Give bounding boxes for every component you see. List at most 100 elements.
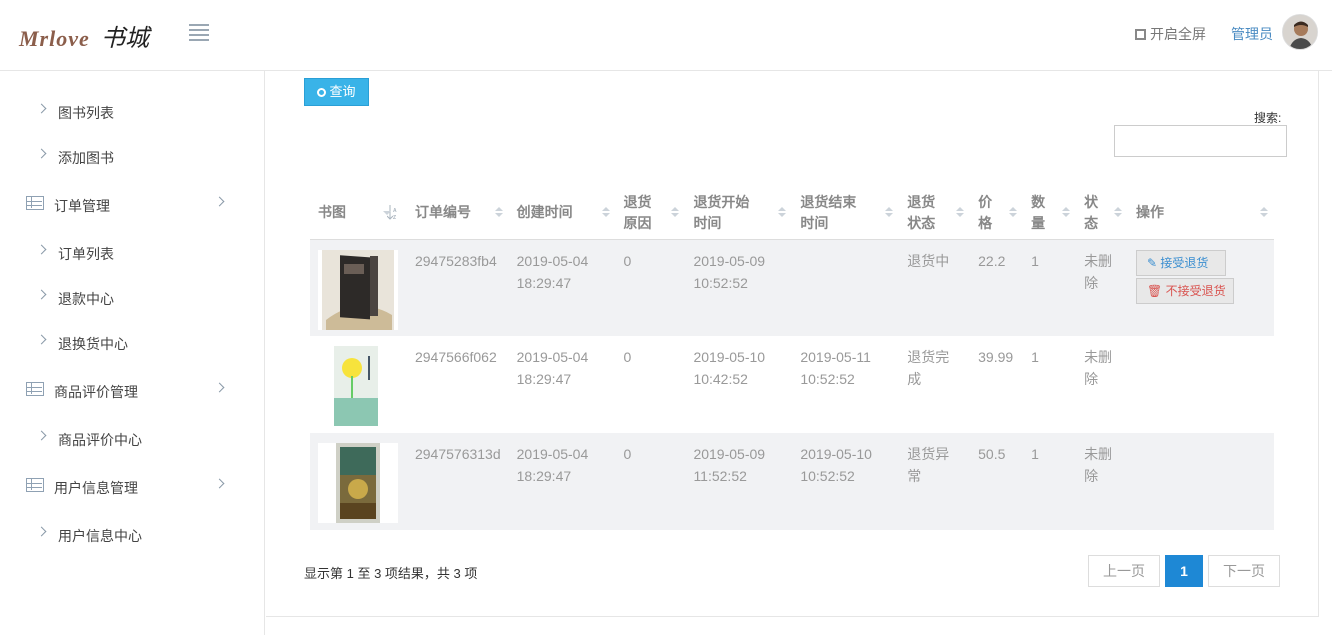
sidebar-item-order-list[interactable]: 订单列表	[0, 238, 265, 268]
table-icon	[26, 196, 44, 210]
chevron-right-icon	[214, 478, 225, 489]
logo-text-en: Mrlove	[19, 26, 90, 51]
table-row: 2947566f062 2019-05-04 18:29:47 0 2019-05…	[310, 336, 1274, 433]
quantity: 1	[1023, 433, 1077, 530]
col-header-reason[interactable]: 退货 原因	[615, 187, 686, 240]
sidebar-item-review-center[interactable]: 商品评价中心	[0, 424, 265, 454]
col-header-cover[interactable]: 书图 A Z	[310, 187, 407, 240]
order-no: 2947576313d	[406, 433, 509, 530]
return-status: 退货异常	[899, 433, 971, 530]
search-label: 搜索:	[1254, 111, 1282, 125]
sidebar-group-orders[interactable]: 订单管理	[0, 190, 265, 220]
sidebar-item-return-center[interactable]: 退换货中心	[0, 328, 265, 358]
chevron-right-icon	[36, 430, 47, 441]
sort-icon	[1114, 207, 1122, 217]
created-time: 2019-05-04 18:29:47	[508, 239, 616, 336]
price: 22.2	[970, 239, 1024, 336]
svg-text:A: A	[393, 208, 397, 214]
accept-return-button[interactable]: ✎ 接受退货	[1136, 249, 1226, 276]
chevron-right-icon	[36, 334, 47, 345]
return-reason: 0	[615, 433, 686, 530]
col-header-created[interactable]: 创建时间	[508, 187, 616, 240]
sidebar-item-book-list[interactable]: 图书列表	[0, 97, 265, 127]
sidebar-item-add-book[interactable]: 添加图书	[0, 142, 265, 172]
chevron-right-icon	[36, 526, 47, 537]
sort-icon	[778, 207, 787, 217]
actions-cell	[1128, 433, 1274, 530]
chevron-right-icon	[36, 103, 47, 114]
menu-toggle-icon[interactable]	[189, 24, 209, 41]
sidebar-item-refund-center[interactable]: 退款中心	[0, 283, 265, 313]
col-header-actions[interactable]: 操作	[1128, 187, 1274, 240]
delete-status: 未删除	[1084, 349, 1113, 387]
sort-icon	[494, 207, 503, 217]
logo[interactable]: Mrlove 书城	[19, 18, 149, 53]
col-header-end[interactable]: 退货结束 时间	[792, 187, 900, 240]
order-no: 29475283fb4	[406, 239, 509, 336]
order-no: 2947566f062	[414, 349, 497, 365]
pagination-info: 显示第 1 至 3 项结果，共 3 项	[304, 566, 478, 581]
col-header-status[interactable]: 状态	[1076, 187, 1128, 240]
page-1-button[interactable]: 1	[1165, 555, 1203, 587]
returns-table: 书图 A Z 订单编号 创建时间 退货 原因 退货开始 时间 退货结束 时间 退货 状态 价…	[310, 187, 1274, 530]
table-row: 29475283fb4 2019-05-04 18:29:47 0 2019-05…	[310, 239, 1274, 336]
prev-page-button[interactable]: 上一页	[1088, 555, 1160, 587]
table-icon	[26, 382, 44, 396]
chevron-right-icon	[36, 148, 47, 159]
sidebar-group-users[interactable]: 用户信息管理	[0, 472, 265, 502]
top-header: Mrlove 书城 开启全屏 管理员	[0, 0, 1332, 71]
return-status: 退货完成	[907, 349, 950, 387]
sort-icon	[956, 207, 965, 217]
table-row: 2947576313d 2019-05-04 18:29:47 0 2019-05…	[310, 433, 1274, 530]
return-reason: 0	[615, 239, 686, 336]
sort-icon	[601, 207, 610, 217]
return-end-time: 2019-05-11 10:52:52	[800, 349, 871, 387]
search-input[interactable]	[1114, 125, 1287, 157]
sort-icon	[1260, 207, 1268, 217]
actions-cell	[1128, 336, 1274, 433]
col-header-order-no[interactable]: 订单编号	[406, 187, 509, 240]
logo-text-cn: 书城	[101, 26, 150, 52]
sidebar: 图书列表 添加图书 订单管理 订单列表 退款中心 退换货中心 商品评价管理 商品…	[0, 71, 265, 635]
quantity: 1	[1031, 349, 1039, 365]
return-reason: 0	[623, 349, 632, 365]
reject-return-button[interactable]: 🗑 不接受退货	[1136, 277, 1234, 304]
table-icon	[26, 478, 44, 492]
avatar[interactable]	[1282, 14, 1318, 50]
book-cover-image	[318, 443, 398, 523]
return-end-time	[792, 239, 900, 336]
chevron-right-icon	[214, 196, 225, 207]
return-start-time: 2019-05-10 10:42:52	[693, 349, 766, 387]
chevron-right-icon	[36, 289, 47, 300]
book-cover-image	[318, 346, 398, 426]
main-content: 查询 搜索: 书图 A Z 订单编号 创建时间 退货 原因 退货开始 时间 退货结束 时间…	[266, 71, 1319, 617]
return-end-time: 2019-05-10 10:52:52	[792, 433, 900, 530]
search-icon	[317, 88, 327, 97]
fullscreen-label: 开启全屏	[1150, 26, 1206, 42]
created-time: 2019-05-04 18:29:47	[508, 433, 616, 530]
col-header-qty[interactable]: 数量	[1023, 187, 1077, 240]
sort-icon	[1009, 207, 1018, 217]
trash-icon: 🗑	[1147, 283, 1163, 298]
edit-icon: ✎	[1147, 255, 1158, 270]
svg-text:Z: Z	[393, 215, 396, 221]
query-button[interactable]: 查询	[304, 78, 369, 106]
chevron-right-icon	[36, 244, 47, 255]
fullscreen-button[interactable]: 开启全屏	[1135, 24, 1206, 44]
return-start-time: 2019-05-09 10:52:52	[685, 239, 793, 336]
sort-icon	[1062, 207, 1071, 217]
sort-icon: AZ	[382, 205, 397, 221]
col-header-start[interactable]: 退货开始 时间	[685, 187, 793, 240]
col-header-return-status[interactable]: 退货 状态	[899, 187, 971, 240]
admin-menu[interactable]: 管理员	[1231, 24, 1273, 44]
sidebar-group-reviews[interactable]: 商品评价管理	[0, 376, 265, 406]
sort-icon	[671, 207, 680, 217]
table-header-row: 书图 A Z 订单编号 创建时间 退货 原因 退货开始 时间 退货结束 时间 退货 状态 价…	[310, 187, 1274, 240]
chevron-right-icon	[214, 382, 225, 393]
price: 50.5	[970, 433, 1024, 530]
actions-cell: ✎ 接受退货 🗑 不接受退货	[1128, 239, 1274, 336]
sort-icon	[885, 207, 894, 217]
next-page-button[interactable]: 下一页	[1208, 555, 1280, 587]
sidebar-item-user-center[interactable]: 用户信息中心	[0, 520, 265, 550]
col-header-price[interactable]: 价格	[970, 187, 1024, 240]
